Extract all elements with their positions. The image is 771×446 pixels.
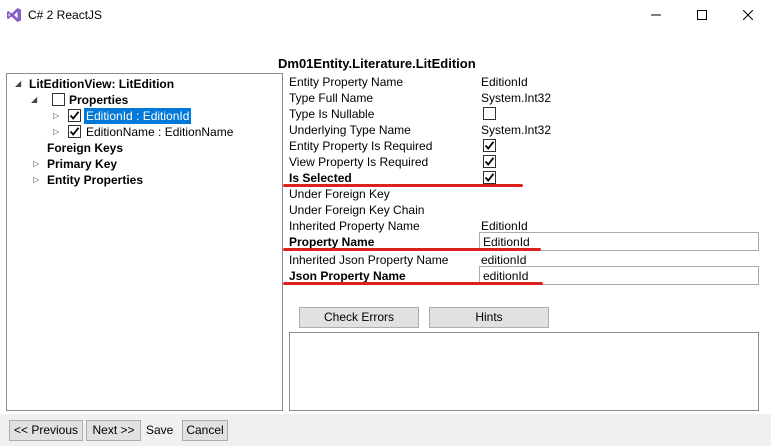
expanded-arrow-icon[interactable]: ◢ [31, 92, 41, 108]
underlying-type-name-label: Underlying Type Name [289, 123, 411, 137]
previous-button[interactable]: << Previous [9, 420, 83, 441]
tree-item-label: EditionName : EditionName [86, 125, 234, 139]
visual-studio-logo-icon [6, 7, 22, 23]
save-button[interactable]: Save [146, 423, 173, 437]
tree-node-label: Primary Key [47, 157, 118, 171]
minimize-button[interactable] [633, 0, 679, 30]
maximize-icon [697, 10, 707, 20]
inherited-property-name-label: Inherited Property Name [289, 219, 420, 233]
minimize-icon [651, 10, 661, 20]
tree-node-label: Entity Properties [47, 173, 144, 187]
editionid-checkbox[interactable] [68, 109, 81, 122]
entity-property-required-label: Entity Property Is Required [289, 139, 433, 153]
maximize-button[interactable] [679, 0, 725, 30]
close-button[interactable] [725, 0, 771, 30]
hints-button[interactable]: Hints [429, 307, 549, 328]
is-selected-checkbox[interactable] [483, 171, 496, 184]
check-errors-button[interactable]: Check Errors [299, 307, 419, 328]
collapsed-arrow-icon[interactable]: ▷ [53, 124, 63, 140]
cancel-button[interactable]: Cancel [182, 420, 228, 441]
tree-root-label: LitEditionView: LitEdition [29, 77, 175, 91]
entity-tree[interactable]: ◢ LitEditionView: LitEdition ◢ Propertie… [6, 73, 283, 411]
collapsed-arrow-icon[interactable]: ▷ [33, 172, 43, 188]
entity-property-name-value: EditionId [481, 75, 528, 89]
red-underline-annotation [283, 248, 541, 251]
entity-property-required-checkbox[interactable] [483, 139, 496, 152]
expanded-arrow-icon[interactable]: ◢ [15, 76, 25, 92]
entity-property-name-label: Entity Property Name [289, 75, 404, 89]
type-is-nullable-checkbox[interactable] [483, 107, 496, 120]
tree-item-label: EditionId : EditionId [84, 108, 192, 124]
next-button[interactable]: Next >> [86, 420, 141, 441]
under-foreign-key-label: Under Foreign Key [289, 187, 390, 201]
properties-checkbox[interactable] [52, 93, 65, 106]
collapsed-arrow-icon[interactable]: ▷ [53, 108, 63, 124]
output-textarea[interactable] [289, 332, 759, 411]
view-property-required-label: View Property Is Required [289, 155, 429, 169]
type-full-name-label: Type Full Name [289, 91, 374, 105]
type-is-nullable-label: Type Is Nullable [289, 107, 375, 121]
type-full-name-value: System.Int32 [481, 91, 552, 105]
close-icon [743, 10, 753, 20]
tree-node-label: Foreign Keys [47, 141, 124, 155]
collapsed-arrow-icon[interactable]: ▷ [33, 156, 43, 172]
title-bar: C# 2 ReactJS [0, 0, 771, 30]
tree-node-label: Properties [69, 93, 129, 107]
view-property-required-checkbox[interactable] [483, 155, 496, 168]
detail-header: Dm01Entity.Literature.LitEdition [278, 56, 476, 71]
editionname-checkbox[interactable] [68, 125, 81, 138]
inherited-json-property-name-label: Inherited Json Property Name [289, 253, 449, 267]
under-foreign-key-chain-label: Under Foreign Key Chain [289, 203, 425, 217]
red-underline-annotation [283, 282, 543, 285]
underlying-type-name-value: System.Int32 [481, 123, 552, 137]
window-title: C# 2 ReactJS [28, 8, 103, 22]
